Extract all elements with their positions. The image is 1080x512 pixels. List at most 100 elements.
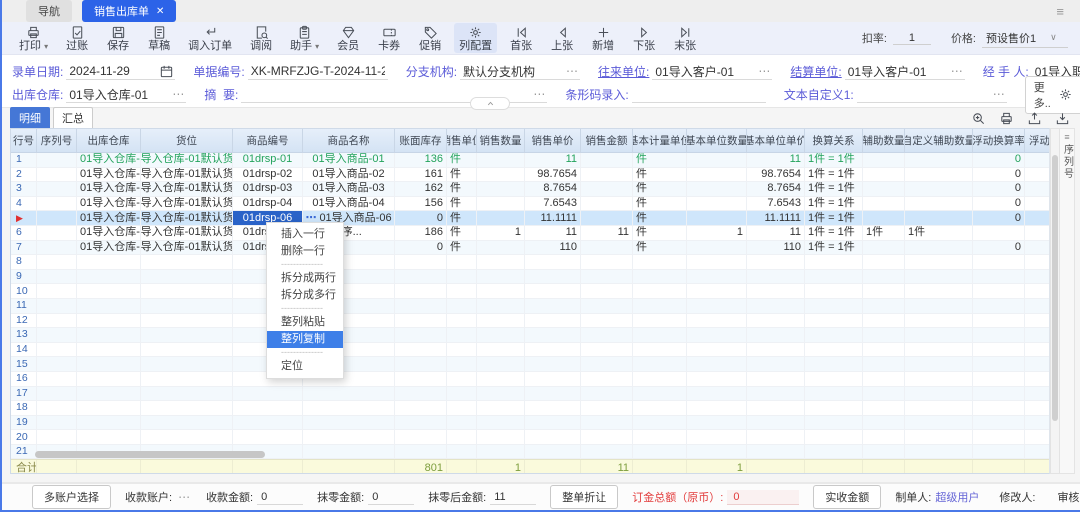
column-header-amount[interactable]: 销售金额: [581, 129, 633, 152]
cell-name[interactable]: 01导入商品-01: [303, 153, 395, 167]
cell-customaux[interactable]: [905, 445, 973, 459]
cell-location[interactable]: 01导入仓库-01默认货位: [141, 226, 233, 240]
cell-no[interactable]: 19: [11, 416, 37, 430]
cell-unit[interactable]: [447, 328, 477, 342]
column-header-unit[interactable]: 销售单位: [447, 129, 477, 152]
cell-customaux[interactable]: [905, 387, 973, 401]
cell-qty[interactable]: [477, 343, 525, 357]
cell-auxqty[interactable]: [863, 328, 905, 342]
cell-code[interactable]: 01drsp-01: [233, 153, 303, 167]
cell-auxqty[interactable]: [863, 343, 905, 357]
cell-amount[interactable]: [581, 168, 633, 182]
cell-floatcut[interactable]: [1025, 299, 1050, 313]
cell-conv[interactable]: [805, 284, 863, 298]
cell-baseunit[interactable]: [633, 270, 687, 284]
cell-floatcut[interactable]: [1025, 387, 1050, 401]
cell-baseqty[interactable]: [687, 343, 747, 357]
toolbar-button-member[interactable]: 会员: [331, 23, 365, 53]
cell-serial[interactable]: [37, 299, 77, 313]
cell-qty[interactable]: [477, 357, 525, 371]
cell-floatrate[interactable]: [973, 416, 1025, 430]
cell-no[interactable]: 15: [11, 357, 37, 371]
cell-stock[interactable]: [395, 445, 447, 459]
cell-floatrate[interactable]: [973, 226, 1025, 240]
cell-location[interactable]: [141, 416, 233, 430]
cell-amount[interactable]: [581, 314, 633, 328]
branch-input[interactable]: [460, 63, 564, 79]
cell-name[interactable]: 01导入商品-02: [303, 168, 395, 182]
cell-unit[interactable]: [447, 416, 477, 430]
cell-floatrate[interactable]: 0: [973, 182, 1025, 196]
cell-price[interactable]: [525, 255, 581, 269]
cell-amount[interactable]: [581, 284, 633, 298]
cell-price[interactable]: [525, 343, 581, 357]
cell-no[interactable]: 3: [11, 182, 37, 196]
cell-warehouse[interactable]: 01导入仓库-...: [77, 226, 141, 240]
cell-baseunit[interactable]: [633, 430, 687, 444]
cell-conv[interactable]: 1件 = 1件: [805, 168, 863, 182]
cell-conv[interactable]: 1件 = 1件: [805, 226, 863, 240]
tab-detail[interactable]: 明细: [10, 107, 50, 128]
cell-price[interactable]: [525, 270, 581, 284]
cell-customaux[interactable]: [905, 284, 973, 298]
cell-baseqty[interactable]: [687, 153, 747, 167]
browse-ellipsis-icon[interactable]: ⋯: [991, 89, 1007, 99]
cell-qty[interactable]: [477, 255, 525, 269]
cell-auxqty[interactable]: [863, 211, 905, 225]
cell-baseprice[interactable]: 11.1111: [747, 211, 805, 225]
column-header-baseunit[interactable]: 基本计量单位: [633, 129, 687, 152]
cell-baseunit[interactable]: 件: [633, 197, 687, 211]
tab-navigation[interactable]: 导航: [26, 0, 72, 22]
cell-price[interactable]: [525, 430, 581, 444]
cell-no[interactable]: 8: [11, 255, 37, 269]
cell-code[interactable]: 01drsp-03: [233, 182, 303, 196]
toolbar-button-post[interactable]: 过账: [60, 23, 94, 53]
cell-code[interactable]: [233, 416, 303, 430]
menu-item[interactable]: 删除一行: [267, 243, 343, 260]
cell-unit[interactable]: 件: [447, 241, 477, 255]
cell-floatrate[interactable]: [973, 372, 1025, 386]
column-header-price[interactable]: 销售单价: [525, 129, 581, 152]
cell-baseprice[interactable]: [747, 416, 805, 430]
export-icon[interactable]: [1027, 111, 1042, 126]
cell-baseqty[interactable]: [687, 168, 747, 182]
cell-qty[interactable]: [477, 182, 525, 196]
menu-item[interactable]: 拆分成两行: [267, 270, 343, 287]
cell-serial[interactable]: [37, 328, 77, 342]
cell-floatcut[interactable]: [1025, 416, 1050, 430]
cell-baseqty[interactable]: [687, 255, 747, 269]
cell-price[interactable]: 11.1111: [525, 211, 581, 225]
column-header-floatcut[interactable]: 浮动: [1025, 129, 1050, 152]
cell-price[interactable]: [525, 299, 581, 313]
cell-code[interactable]: 01drsp-02: [233, 168, 303, 182]
cell-conv[interactable]: [805, 372, 863, 386]
cell-baseqty[interactable]: [687, 372, 747, 386]
cell-stock[interactable]: [395, 255, 447, 269]
cell-floatrate[interactable]: 0: [973, 153, 1025, 167]
cell-qty[interactable]: 1: [477, 226, 525, 240]
cell-serial[interactable]: [37, 314, 77, 328]
cell-stock[interactable]: [395, 284, 447, 298]
cell-baseunit[interactable]: [633, 255, 687, 269]
cell-location[interactable]: [141, 387, 233, 401]
cell-auxqty[interactable]: [863, 168, 905, 182]
cell-qty[interactable]: [477, 372, 525, 386]
cell-floatcut[interactable]: [1025, 445, 1050, 459]
cell-baseqty[interactable]: [687, 387, 747, 401]
cell-serial[interactable]: [37, 430, 77, 444]
cell-no[interactable]: ▶: [11, 211, 37, 225]
cell-warehouse[interactable]: [77, 416, 141, 430]
cell-price[interactable]: [525, 387, 581, 401]
gear-icon[interactable]: [1058, 87, 1073, 102]
cell-baseprice[interactable]: 98.7654: [747, 168, 805, 182]
receive-amount-value[interactable]: 0: [257, 490, 303, 505]
cell-auxqty[interactable]: [863, 197, 905, 211]
toolbar-button-print[interactable]: 打印 ▾: [14, 23, 53, 54]
cell-location[interactable]: [141, 328, 233, 342]
cell-location[interactable]: 01导入仓库-01默认货位: [141, 241, 233, 255]
cell-floatcut[interactable]: [1025, 211, 1050, 225]
cell-baseprice[interactable]: [747, 328, 805, 342]
cell-customaux[interactable]: [905, 255, 973, 269]
cell-stock[interactable]: [395, 299, 447, 313]
cell-price[interactable]: [525, 314, 581, 328]
